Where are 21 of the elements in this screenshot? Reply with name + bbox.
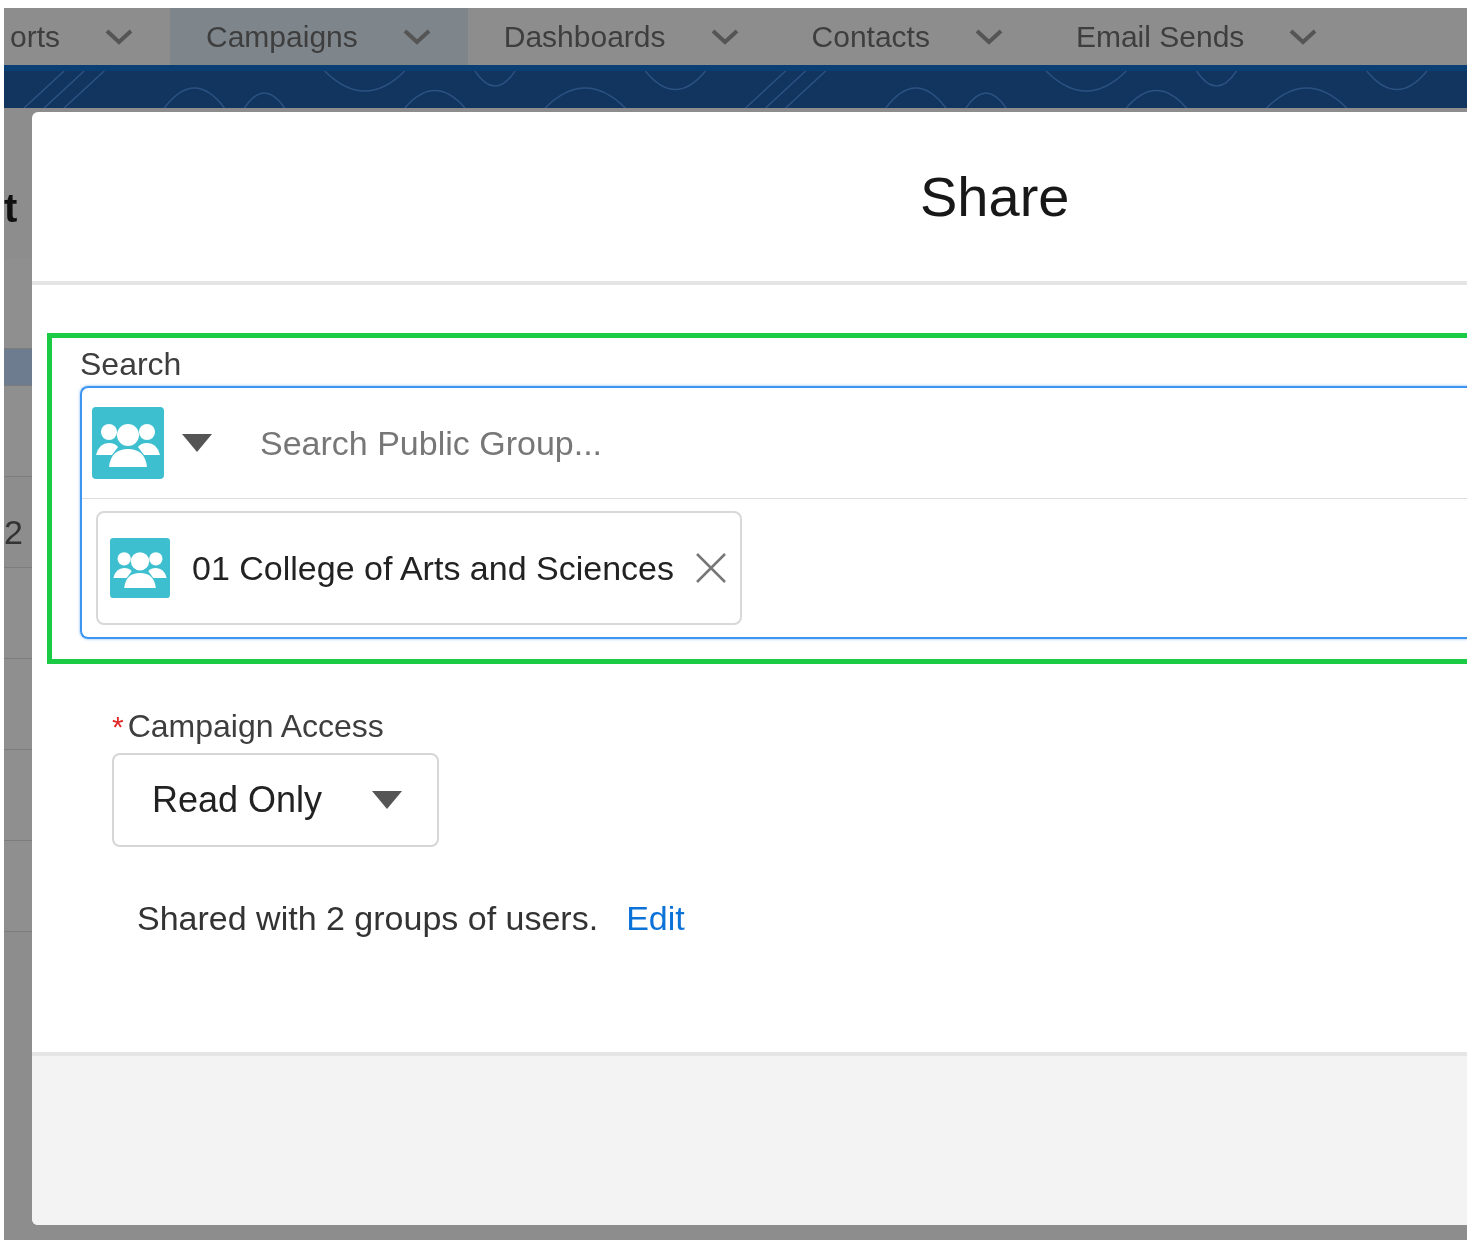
nav-tab[interactable]: orts (4, 8, 170, 65)
dialog-title: Share (920, 164, 1070, 229)
group-icon (110, 538, 170, 598)
access-select[interactable]: Read Only (112, 753, 439, 847)
nav-tab[interactable]: Contacts (775, 8, 1040, 65)
caret-icon (372, 791, 403, 809)
search-field[interactable]: Search Public Group... 01 College of Arts and Sciences (80, 386, 1467, 639)
access-label: Campaign Access (127, 708, 384, 744)
nav-tab[interactable]: Dashboards (467, 8, 776, 65)
group-pill[interactable]: 01 College of Arts and Sciences (96, 511, 742, 625)
share-summary: Shared with 2 groups of users. (137, 899, 599, 938)
close-icon[interactable] (693, 551, 728, 585)
search-label: Search (80, 345, 183, 384)
pill-label: 01 College of Arts and Sciences (192, 548, 674, 588)
caret-icon[interactable] (182, 434, 212, 452)
nav-tab[interactable]: Email Sends (1039, 8, 1355, 65)
page-title: t (4, 185, 19, 232)
nav-tab[interactable]: Campaigns (170, 8, 468, 65)
edit-link[interactable]: Edit (626, 899, 685, 938)
required-mark: * (112, 710, 124, 743)
group-icon (92, 407, 164, 479)
